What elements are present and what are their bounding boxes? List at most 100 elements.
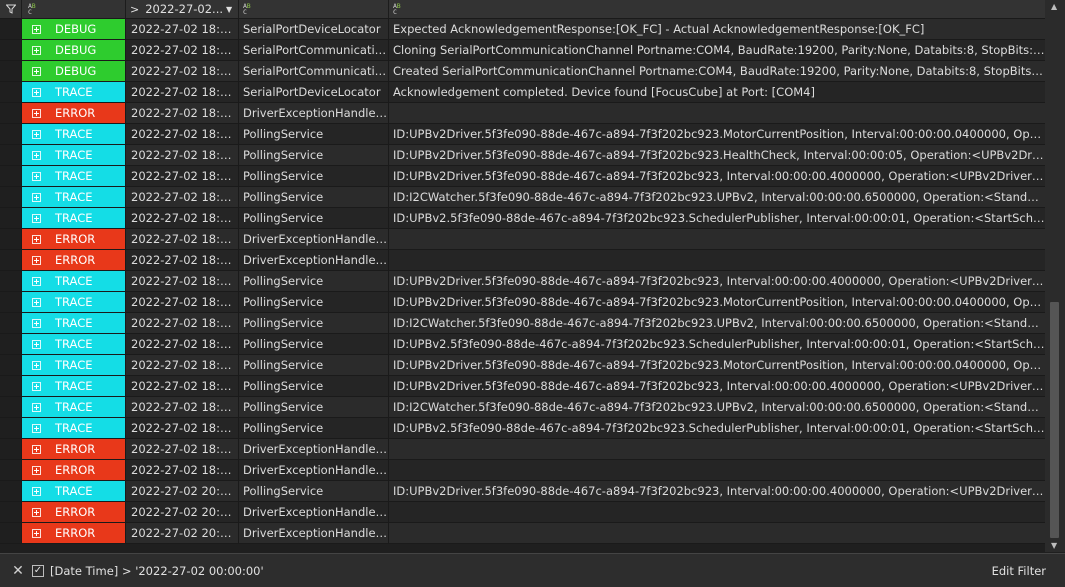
source-cell[interactable]: DriverExceptionHandler... <box>239 103 389 123</box>
source-cell[interactable]: PollingService <box>239 376 389 396</box>
level-cell[interactable]: TRACE <box>22 418 126 438</box>
source-cell[interactable]: PollingService <box>239 208 389 228</box>
expand-plus-icon[interactable] <box>32 45 41 55</box>
message-cell[interactable]: ID:UPBv2Driver.5f3fe090-88de-467c-a894-7… <box>389 124 1045 144</box>
message-cell[interactable]: Created SerialPortCommunicationChannel P… <box>389 61 1045 81</box>
date-cell[interactable]: 2022-27-02 18:38:37 <box>126 166 239 186</box>
date-cell[interactable]: 2022-27-02 18:38:16 <box>126 82 239 102</box>
expand-plus-icon[interactable] <box>32 444 41 454</box>
level-cell[interactable]: TRACE <box>22 145 126 165</box>
expand-plus-icon[interactable] <box>32 381 41 391</box>
source-cell[interactable]: PollingService <box>239 397 389 417</box>
message-cell[interactable] <box>389 103 1045 123</box>
expand-plus-icon[interactable] <box>32 360 41 370</box>
column-header-message[interactable]: AB C <box>389 0 1045 18</box>
table-row[interactable]: TRACE 2022-27-02 18:52:03PollingServiceID… <box>0 418 1045 439</box>
expand-plus-icon[interactable] <box>32 276 41 286</box>
source-cell[interactable]: SerialPortDeviceLocator <box>239 19 389 39</box>
date-cell[interactable]: 2022-27-02 18:51:19 <box>126 313 239 333</box>
level-cell[interactable]: TRACE <box>22 82 126 102</box>
source-cell[interactable]: DriverExceptionHandler... <box>239 523 389 543</box>
message-cell[interactable] <box>389 229 1045 249</box>
table-row[interactable]: ERROR 2022-27-02 18:38:41DriverExceptionH… <box>0 229 1045 250</box>
level-cell[interactable]: ERROR <box>22 523 126 543</box>
source-cell[interactable]: PollingService <box>239 481 389 501</box>
level-cell[interactable]: DEBUG <box>22 19 126 39</box>
filter-checkbox[interactable]: ✓ <box>32 564 44 577</box>
expand-plus-icon[interactable] <box>32 339 41 349</box>
level-cell[interactable]: ERROR <box>22 502 126 522</box>
expand-plus-icon[interactable] <box>32 528 41 538</box>
level-cell[interactable]: DEBUG <box>22 40 126 60</box>
level-cell[interactable]: TRACE <box>22 334 126 354</box>
table-row[interactable]: TRACE 2022-27-02 18:51:19PollingServiceID… <box>0 334 1045 355</box>
table-row[interactable]: TRACE 2022-27-02 18:38:37PollingServiceID… <box>0 124 1045 145</box>
message-cell[interactable]: ID:UPBv2Driver.5f3fe090-88de-467c-a894-7… <box>389 355 1045 375</box>
expand-plus-icon[interactable] <box>32 150 41 160</box>
date-cell[interactable]: 2022-27-02 18:52:03 <box>126 376 239 396</box>
date-cell[interactable]: 2022-27-02 18:51:19 <box>126 271 239 291</box>
table-row[interactable]: TRACE 2022-27-02 18:38:16SerialPortDevice… <box>0 82 1045 103</box>
expand-plus-icon[interactable] <box>32 318 41 328</box>
message-cell[interactable] <box>389 250 1045 270</box>
message-cell[interactable]: ID:UPBv2Driver.5f3fe090-88de-467c-a894-7… <box>389 481 1045 501</box>
table-row[interactable]: TRACE 2022-27-02 18:51:19PollingServiceID… <box>0 292 1045 313</box>
source-cell[interactable]: DriverExceptionHandler... <box>239 439 389 459</box>
source-cell[interactable]: DriverExceptionHandler... <box>239 229 389 249</box>
column-header-date[interactable]: > 2022-27-02... ▼ <box>126 0 239 18</box>
date-cell[interactable]: 2022-27-02 18:38:37 <box>126 187 239 207</box>
message-cell[interactable]: Cloning SerialPortCommunicationChannel P… <box>389 40 1045 60</box>
table-row[interactable]: ERROR 2022-27-02 18:52:04DriverExceptionH… <box>0 460 1045 481</box>
level-cell[interactable]: ERROR <box>22 229 126 249</box>
date-cell[interactable]: 2022-27-02 18:38:37 <box>126 145 239 165</box>
expand-plus-icon[interactable] <box>32 171 41 181</box>
level-cell[interactable]: TRACE <box>22 124 126 144</box>
level-cell[interactable]: TRACE <box>22 292 126 312</box>
source-cell[interactable]: DriverExceptionHandler... <box>239 502 389 522</box>
source-cell[interactable]: PollingService <box>239 271 389 291</box>
table-row[interactable]: ERROR 2022-27-02 20:13:49DriverExceptionH… <box>0 502 1045 523</box>
expand-plus-icon[interactable] <box>32 402 41 412</box>
table-row[interactable]: TRACE 2022-27-02 18:38:37PollingServiceID… <box>0 166 1045 187</box>
source-cell[interactable]: PollingService <box>239 334 389 354</box>
message-cell[interactable]: ID:UPBv2.5f3fe090-88de-467c-a894-7f3f202… <box>389 208 1045 228</box>
expand-plus-icon[interactable] <box>32 24 41 34</box>
level-cell[interactable]: TRACE <box>22 376 126 396</box>
date-cell[interactable]: 2022-27-02 18:51:19 <box>126 292 239 312</box>
date-cell[interactable]: 2022-27-02 18:52:04 <box>126 460 239 480</box>
table-row[interactable]: TRACE 2022-27-02 20:12:16PollingServiceID… <box>0 481 1045 502</box>
table-row[interactable]: TRACE 2022-27-02 18:51:19PollingServiceID… <box>0 271 1045 292</box>
message-cell[interactable]: ID:UPBv2.5f3fe090-88de-467c-a894-7f3f202… <box>389 418 1045 438</box>
table-row[interactable]: TRACE 2022-27-02 18:52:03PollingServiceID… <box>0 397 1045 418</box>
source-cell[interactable]: PollingService <box>239 124 389 144</box>
date-cell[interactable]: 2022-27-02 18:52:03 <box>126 355 239 375</box>
message-cell[interactable]: ID:I2CWatcher.5f3fe090-88de-467c-a894-7f… <box>389 187 1045 207</box>
edit-filter-link[interactable]: Edit Filter <box>992 564 1046 578</box>
date-cell[interactable]: 2022-27-02 18:52:04 <box>126 439 239 459</box>
date-cell[interactable]: 2022-27-02 18:38:41 <box>126 229 239 249</box>
source-cell[interactable]: SerialPortCommunicatio... <box>239 61 389 81</box>
source-cell[interactable]: PollingService <box>239 166 389 186</box>
column-header-level[interactable]: AB C <box>22 0 126 18</box>
dropdown-arrow-icon[interactable]: ▼ <box>226 5 232 14</box>
level-cell[interactable]: ERROR <box>22 460 126 480</box>
expand-plus-icon[interactable] <box>32 255 41 265</box>
scrollbar-thumb[interactable] <box>1050 302 1059 538</box>
level-cell[interactable]: ERROR <box>22 103 126 123</box>
filter-icon[interactable] <box>5 4 16 14</box>
date-cell[interactable]: 2022-27-02 20:16:10 <box>126 523 239 543</box>
message-cell[interactable] <box>389 502 1045 522</box>
message-cell[interactable] <box>389 523 1045 543</box>
date-cell[interactable]: 2022-27-02 18:51:19 <box>126 334 239 354</box>
source-cell[interactable]: PollingService <box>239 292 389 312</box>
source-cell[interactable]: PollingService <box>239 418 389 438</box>
level-cell[interactable]: TRACE <box>22 355 126 375</box>
header-filter-cell[interactable] <box>0 0 22 18</box>
message-cell[interactable]: ID:I2CWatcher.5f3fe090-88de-467c-a894-7f… <box>389 313 1045 333</box>
date-cell[interactable]: 2022-27-02 18:38:16 <box>126 19 239 39</box>
close-icon[interactable]: ✕ <box>12 564 24 578</box>
expand-plus-icon[interactable] <box>32 507 41 517</box>
table-row[interactable]: DEBUG 2022-27-02 18:38:16SerialPortCommun… <box>0 61 1045 82</box>
date-cell[interactable]: 2022-27-02 20:13:49 <box>126 502 239 522</box>
table-row[interactable]: DEBUG 2022-27-02 18:38:16SerialPortCommun… <box>0 40 1045 61</box>
